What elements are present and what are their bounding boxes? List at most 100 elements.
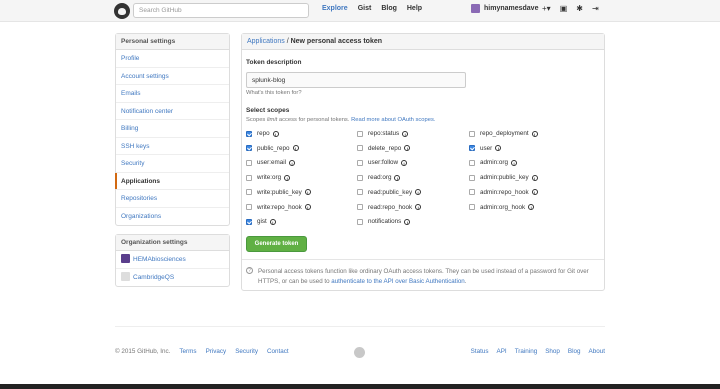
info-icon[interactable]: i	[402, 130, 409, 137]
nav-help[interactable]: Help	[407, 5, 422, 12]
scope-user[interactable]: user i	[469, 145, 502, 152]
info-icon[interactable]: i	[531, 174, 538, 181]
notifications-icon[interactable]: ▣	[560, 4, 568, 13]
scope-checkbox[interactable]	[246, 204, 252, 210]
scope-checkbox[interactable]	[469, 159, 475, 166]
org-item-cambridgeqs[interactable]: CambridgeQS	[116, 269, 229, 287]
org-item-hemabiosciences[interactable]: HEMAbiosciences	[116, 251, 229, 269]
footer-link-security[interactable]: Security	[235, 348, 258, 355]
scope-gist[interactable]: gist i	[246, 218, 276, 225]
footer-link-contact[interactable]: Contact	[267, 348, 289, 355]
scope-public-repo[interactable]: public_repo i	[246, 145, 299, 152]
info-icon[interactable]: i	[292, 145, 299, 152]
breadcrumb-applications[interactable]: Applications	[247, 38, 285, 45]
plus-icon[interactable]: +▾	[542, 4, 551, 13]
settings-icon[interactable]: ✱	[576, 4, 583, 13]
sidebar-item-applications[interactable]: Applications	[115, 172, 229, 190]
scope-admin-org-hook[interactable]: admin:org_hook i	[469, 204, 535, 211]
scope-repo-status[interactable]: repo:status i	[357, 130, 409, 137]
footer-link-blog[interactable]: Blog	[568, 348, 581, 355]
scope-checkbox[interactable]	[246, 130, 252, 137]
scope-repo-deployment[interactable]: repo_deployment i	[469, 130, 538, 137]
scope-write-public-key[interactable]: write:public_key i	[246, 189, 311, 196]
nav-explore[interactable]: Explore	[322, 5, 348, 12]
scope-checkbox[interactable]	[357, 174, 363, 181]
scope-admin-public-key[interactable]: admin:public_key i	[469, 174, 538, 181]
scope-checkbox[interactable]	[469, 130, 475, 137]
scope-checkbox[interactable]	[246, 189, 252, 196]
sign-out-icon[interactable]: ⇥	[592, 4, 599, 13]
scope-checkbox[interactable]	[469, 145, 475, 152]
footer-link-api[interactable]: API	[497, 348, 507, 355]
scope-checkbox[interactable]	[469, 204, 475, 210]
scope-checkbox[interactable]	[246, 159, 252, 166]
scope-read-org[interactable]: read:org i	[357, 174, 401, 181]
sidebar-item-profile[interactable]: Profile	[116, 50, 229, 68]
info-icon[interactable]: i	[272, 130, 279, 137]
scope-checkbox[interactable]	[246, 145, 252, 152]
info-icon[interactable]: i	[401, 159, 408, 166]
scope-user-follow[interactable]: user:follow i	[357, 159, 408, 166]
scope-notifications[interactable]: notifications i	[357, 218, 411, 225]
sidebar-item-organizations[interactable]: Organizations	[116, 208, 229, 226]
nav-blog[interactable]: Blog	[381, 5, 397, 12]
info-icon[interactable]: i	[304, 189, 311, 196]
sidebar-item-emails[interactable]: Emails	[116, 85, 229, 103]
info-icon[interactable]: i	[531, 189, 538, 196]
scope-checkbox[interactable]	[246, 174, 252, 181]
info-icon[interactable]: i	[511, 159, 518, 166]
scope-repo[interactable]: repo i	[246, 130, 279, 137]
info-icon[interactable]: i	[284, 174, 291, 181]
footer-link-status[interactable]: Status	[471, 348, 489, 355]
sidebar-item-ssh-keys[interactable]: SSH keys	[116, 138, 229, 155]
info-icon[interactable]: i	[415, 204, 422, 210]
user-menu[interactable]: himynamesdave	[471, 4, 538, 13]
footer-link-terms[interactable]: Terms	[179, 348, 196, 355]
scope-admin-repo-hook[interactable]: admin:repo_hook i	[469, 189, 538, 196]
github-mark-icon[interactable]	[354, 347, 365, 358]
scope-checkbox[interactable]	[357, 189, 363, 196]
scope-checkbox[interactable]	[357, 130, 363, 137]
scope-checkbox[interactable]	[246, 218, 252, 225]
scope-checkbox[interactable]	[357, 145, 363, 152]
info-icon[interactable]: i	[269, 218, 276, 225]
info-icon[interactable]: i	[404, 218, 411, 225]
scope-user-email[interactable]: user:email i	[246, 159, 296, 166]
token-description-input[interactable]: splunk-blog	[246, 72, 466, 88]
generate-token-button[interactable]: Generate token	[246, 236, 307, 252]
nav-gist[interactable]: Gist	[358, 5, 372, 12]
scope-read-repo-hook[interactable]: read:repo_hook i	[357, 204, 422, 211]
search-input[interactable]: Search GitHub	[133, 3, 309, 18]
scope-checkbox[interactable]	[357, 159, 363, 166]
info-icon[interactable]: i	[415, 189, 422, 196]
scope-admin-org[interactable]: admin:org i	[469, 159, 518, 166]
scope-checkbox[interactable]	[357, 204, 363, 210]
scope-checkbox[interactable]	[469, 174, 475, 181]
info-icon[interactable]: i	[495, 145, 502, 152]
footer-link-training[interactable]: Training	[515, 348, 538, 355]
sidebar-item-billing[interactable]: Billing	[116, 120, 229, 138]
info-icon[interactable]: i	[528, 204, 535, 210]
sidebar-item-account-settings[interactable]: Account settings	[116, 68, 229, 85]
question-icon: ?	[246, 267, 253, 274]
scope-write-org[interactable]: write:org i	[246, 174, 291, 181]
scope-checkbox[interactable]	[469, 189, 475, 196]
github-logo-icon[interactable]	[114, 3, 130, 19]
footer-link-privacy[interactable]: Privacy	[206, 348, 227, 355]
oauth-scopes-link[interactable]: Read more about OAuth scopes.	[351, 117, 435, 123]
info-icon[interactable]: i	[394, 174, 401, 181]
scope-read-public-key[interactable]: read:public_key i	[357, 189, 422, 196]
info-icon[interactable]: i	[404, 145, 411, 152]
scope-delete-repo[interactable]: delete_repo i	[357, 145, 411, 152]
info-icon[interactable]: i	[531, 130, 538, 137]
info-icon[interactable]: i	[289, 159, 296, 166]
info-icon[interactable]: i	[304, 204, 311, 210]
scope-checkbox[interactable]	[357, 218, 363, 225]
sidebar-item-repositories[interactable]: Repositories	[116, 190, 229, 208]
sidebar-item-security[interactable]: Security	[116, 155, 229, 173]
scope-write-repo-hook[interactable]: write:repo_hook i	[246, 204, 311, 211]
basic-auth-link[interactable]: authenticate to the API over Basic Authe…	[331, 278, 464, 285]
sidebar-item-notification-center[interactable]: Notification center	[116, 103, 229, 120]
footer-link-shop[interactable]: Shop	[545, 348, 560, 355]
footer-link-about[interactable]: About	[589, 348, 605, 355]
